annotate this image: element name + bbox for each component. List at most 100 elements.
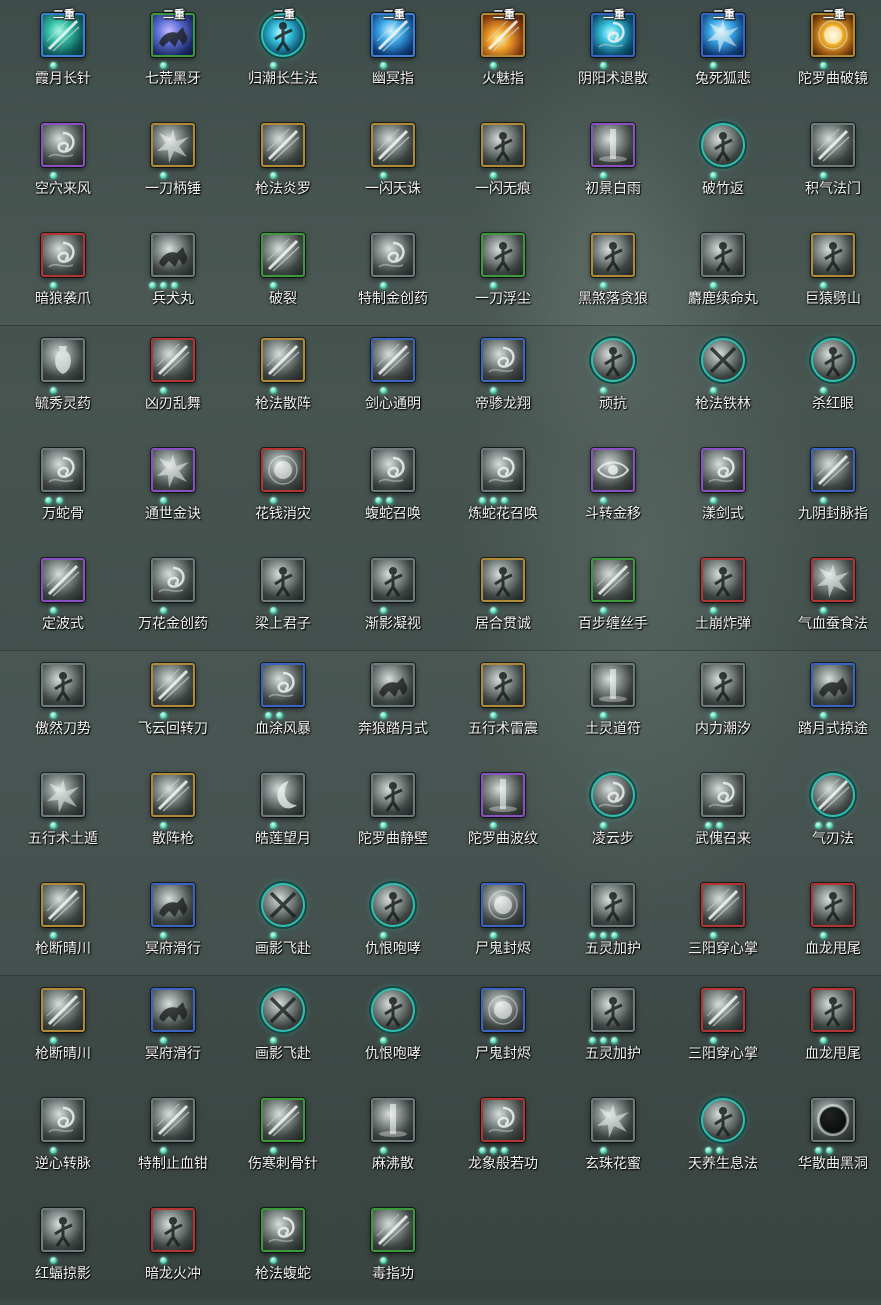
skill-slash-icon[interactable] (151, 663, 195, 707)
skill-slot[interactable]: 斗转金移 (558, 435, 668, 545)
skill-figure-icon[interactable] (701, 558, 745, 602)
skill-slot[interactable]: 冥府滑行 (118, 975, 228, 1085)
skill-slot[interactable]: 枪法铁林 (668, 325, 778, 435)
skill-figure-icon[interactable] (41, 663, 85, 707)
skill-beast-icon[interactable] (151, 883, 195, 927)
skill-hole-icon[interactable] (811, 1098, 855, 1142)
skill-slot[interactable]: 二重 霞月长针 (8, 0, 118, 110)
skill-slot[interactable]: 破竹返 (668, 110, 778, 220)
skill-swirl-icon[interactable] (371, 233, 415, 277)
skill-slot[interactable]: 剑心通明 (338, 325, 448, 435)
skill-figure-icon[interactable] (701, 123, 745, 167)
skill-slash-icon[interactable] (811, 448, 855, 492)
skill-slot[interactable]: 杀红眼 (778, 325, 881, 435)
skill-slot[interactable]: 通世金诀 (118, 435, 228, 545)
skill-slot[interactable]: 土灵道符 (558, 650, 668, 760)
skill-slot[interactable]: 初景白雨 (558, 110, 668, 220)
skill-beast-icon[interactable] (811, 663, 855, 707)
skill-slash-icon[interactable] (701, 988, 745, 1032)
skill-slot[interactable]: 居合贯诚 (448, 545, 558, 655)
skill-slot[interactable]: 二重 七荒黑牙 (118, 0, 228, 110)
skill-swirl-icon[interactable] (41, 448, 85, 492)
skill-figure-icon[interactable] (811, 988, 855, 1032)
skill-slot[interactable]: 百步缠丝手 (558, 545, 668, 655)
skill-slot[interactable]: 梁上君子 (228, 545, 338, 655)
skill-orb-icon[interactable] (261, 448, 305, 492)
skill-slash-icon[interactable] (151, 1098, 195, 1142)
skill-slot[interactable]: 奔狼踏月式 (338, 650, 448, 760)
skill-figure-icon[interactable] (371, 883, 415, 927)
skill-slot[interactable]: 一闪天诛 (338, 110, 448, 220)
skill-slash-icon[interactable] (811, 773, 855, 817)
skill-swirl-icon[interactable] (41, 123, 85, 167)
skill-swirl-icon[interactable] (261, 663, 305, 707)
skill-slot[interactable]: 炼蛇花召唤 (448, 435, 558, 545)
skill-cross-icon[interactable] (701, 338, 745, 382)
skill-eye-icon[interactable] (591, 448, 635, 492)
skill-slot[interactable]: 五行术土遁 (8, 760, 118, 870)
skill-slot[interactable]: 空穴来风 (8, 110, 118, 220)
skill-cross-icon[interactable] (261, 988, 305, 1032)
skill-slot[interactable]: 飞云回转刀 (118, 650, 228, 760)
skill-slot[interactable]: 内力潮汐 (668, 650, 778, 760)
skill-slot[interactable]: 三阳穿心掌 (668, 975, 778, 1085)
skill-beast-icon[interactable] (151, 233, 195, 277)
skill-slot[interactable]: 仇恨咆哮 (338, 975, 448, 1085)
skill-slot[interactable]: 逆心转脉 (8, 1085, 118, 1195)
skill-slot[interactable]: 毒指功 (338, 1195, 448, 1305)
skill-swirl-icon[interactable] (481, 1098, 525, 1142)
skill-figure-icon[interactable] (261, 558, 305, 602)
skill-slot[interactable]: 五灵加护 (558, 870, 668, 980)
skill-slot[interactable]: 龙象般若功 (448, 1085, 558, 1195)
skill-orb-icon[interactable] (481, 988, 525, 1032)
skill-slot[interactable]: 黑煞落贪狼 (558, 220, 668, 330)
skill-slot[interactable]: 陀罗曲静壁 (338, 760, 448, 870)
skill-figure-icon[interactable] (591, 988, 635, 1032)
skill-slot[interactable]: 万蛇骨 (8, 435, 118, 545)
skill-slot[interactable]: 九阴封脉指 (778, 435, 881, 545)
skill-burst-icon[interactable] (41, 773, 85, 817)
skill-orb-icon[interactable] (481, 883, 525, 927)
skill-slot[interactable]: 巨猿劈山 (778, 220, 881, 330)
skill-slash-icon[interactable] (261, 233, 305, 277)
skill-vase-icon[interactable] (41, 338, 85, 382)
skill-slot[interactable]: 漾剑式 (668, 435, 778, 545)
skill-slot[interactable]: 积气法门 (778, 110, 881, 220)
skill-slot[interactable]: 五行术雷震 (448, 650, 558, 760)
skill-swirl-icon[interactable] (41, 233, 85, 277)
skill-slot[interactable]: 画影飞赴 (228, 975, 338, 1085)
skill-slot[interactable]: 伤寒刺骨针 (228, 1085, 338, 1195)
skill-burst-icon[interactable] (151, 123, 195, 167)
skill-slot[interactable]: 麝鹿续命丸 (668, 220, 778, 330)
skill-slot[interactable]: 血龙甩尾 (778, 870, 881, 980)
skill-slot[interactable]: 破裂 (228, 220, 338, 330)
skill-slot[interactable]: 皓莲望月 (228, 760, 338, 870)
skill-figure-icon[interactable] (371, 773, 415, 817)
skill-burst-icon[interactable] (811, 558, 855, 602)
skill-pillar-icon[interactable] (371, 1098, 415, 1142)
skill-slash-icon[interactable] (261, 338, 305, 382)
skill-swirl-icon[interactable] (701, 773, 745, 817)
skill-figure-icon[interactable] (811, 883, 855, 927)
skill-slash-icon[interactable] (811, 123, 855, 167)
skill-moon-icon[interactable] (261, 773, 305, 817)
skill-swirl-icon[interactable] (481, 448, 525, 492)
skill-slot[interactable]: 气血蚕食法 (778, 545, 881, 655)
skill-figure-icon[interactable] (371, 988, 415, 1032)
skill-swirl-icon[interactable] (481, 338, 525, 382)
skill-beast-icon[interactable] (371, 663, 415, 707)
skill-slot[interactable]: 顽抗 (558, 325, 668, 435)
skill-slot[interactable]: 二重 陀罗曲破镜 (778, 0, 881, 110)
skill-figure-icon[interactable] (591, 883, 635, 927)
skill-figure-icon[interactable] (591, 338, 635, 382)
skill-figure-icon[interactable] (701, 233, 745, 277)
skill-swirl-icon[interactable] (701, 448, 745, 492)
skill-slot[interactable]: 二重 火魅指 (448, 0, 558, 110)
skill-pillar-icon[interactable] (591, 123, 635, 167)
skill-slot[interactable]: 天养生息法 (668, 1085, 778, 1195)
skill-slot[interactable]: 散阵枪 (118, 760, 228, 870)
skill-cross-icon[interactable] (261, 883, 305, 927)
skill-figure-icon[interactable] (481, 123, 525, 167)
skill-swirl-icon[interactable] (371, 448, 415, 492)
skill-beast-icon[interactable] (151, 988, 195, 1032)
